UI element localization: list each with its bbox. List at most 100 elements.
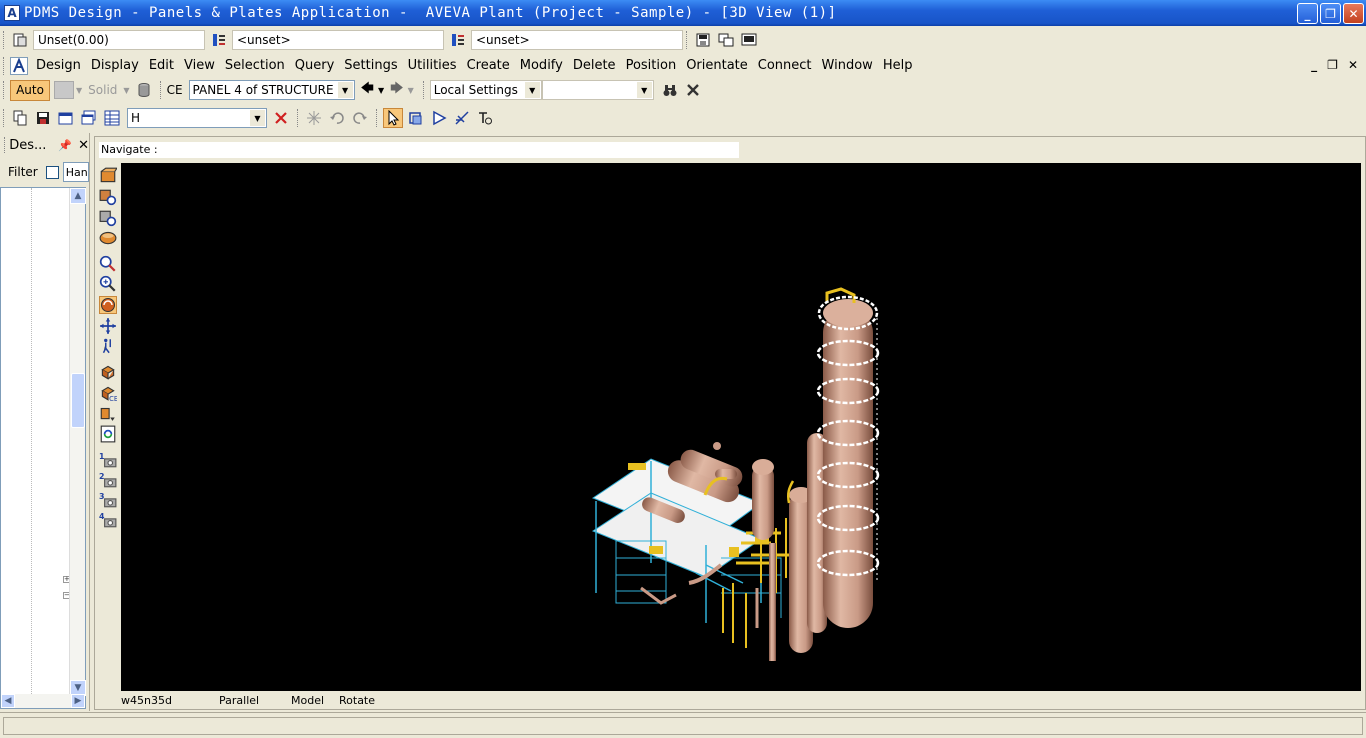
toolbar-grip[interactable] (297, 109, 300, 127)
saved-view-1-icon[interactable]: 1 (99, 451, 117, 469)
saved-view-4-icon[interactable]: 4 (99, 511, 117, 529)
menu-connect[interactable]: Connect (753, 58, 817, 73)
rotate-view-icon[interactable] (99, 296, 117, 314)
aveva-app-menu-icon[interactable] (10, 56, 28, 75)
menu-edit[interactable]: Edit (144, 58, 179, 73)
zoom-selection-icon[interactable] (99, 188, 117, 206)
chevron-down-icon[interactable]: ▼ (123, 86, 129, 95)
add-element-icon[interactable] (99, 363, 117, 381)
delete-red-x-icon[interactable] (271, 108, 291, 128)
blank-combo[interactable]: ▼ (541, 80, 654, 100)
chevron-down-icon[interactable]: ▼ (636, 82, 652, 98)
panel-close-icon[interactable]: ✕ (78, 138, 89, 153)
chevron-down-icon[interactable]: ▼ (524, 82, 540, 98)
zoom-limits-icon[interactable] (99, 209, 117, 227)
menu-create[interactable]: Create (462, 58, 515, 73)
zoom-window-icon[interactable] (99, 255, 117, 273)
saved-view-3-icon[interactable]: 3 (99, 491, 117, 509)
menu-settings[interactable]: Settings (339, 58, 402, 73)
walk-icon[interactable] (99, 337, 117, 355)
chevron-down-icon[interactable]: ▼ (408, 86, 414, 95)
navigate-field[interactable]: Navigate : (99, 142, 739, 158)
scroll-right-icon[interactable]: ▶ (71, 694, 85, 708)
binoculars-icon[interactable] (660, 80, 680, 100)
attributes-icon[interactable] (10, 30, 30, 50)
new-document-icon[interactable] (10, 108, 30, 128)
menu-delete[interactable]: Delete (568, 58, 621, 73)
mdi-restore-icon[interactable]: ❐ (1327, 58, 1338, 72)
scroll-left-icon[interactable]: ◀ (1, 694, 15, 708)
saved-view-2-icon[interactable]: 2 (99, 471, 117, 489)
toolbar-grip[interactable] (4, 137, 6, 153)
select-pointer-icon[interactable] (383, 108, 403, 128)
current-element-combo[interactable]: PANEL 4 of STRUCTURE 36 ▼ (188, 80, 355, 100)
pin-icon[interactable]: 📌 (58, 139, 72, 152)
menu-modify[interactable]: Modify (515, 58, 568, 73)
toolbar-grip[interactable] (376, 109, 379, 127)
auto-color-button[interactable]: Auto (10, 79, 50, 101)
tree-horizontal-scrollbar[interactable]: ◀ ▶ (1, 694, 85, 708)
refresh-icon[interactable] (99, 425, 117, 443)
close-x-icon[interactable] (683, 80, 703, 100)
display-icon[interactable] (739, 30, 759, 50)
redo-icon[interactable] (350, 108, 370, 128)
solid-option[interactable]: Solid (88, 83, 117, 97)
filter-field[interactable]: Hang (62, 162, 89, 182)
toolbar-grip[interactable] (3, 30, 6, 49)
chevron-down-icon[interactable]: ▼ (337, 82, 353, 98)
save-icon[interactable] (33, 108, 53, 128)
chevron-down-icon[interactable]: ▼ (378, 86, 384, 95)
3d-viewport[interactable] (121, 163, 1361, 691)
menu-view[interactable]: View (179, 58, 220, 73)
h-combo[interactable]: H ▼ (127, 108, 267, 128)
menu-query[interactable]: Query (290, 58, 340, 73)
close-button[interactable]: ✕ (1343, 3, 1364, 24)
menu-selection[interactable]: Selection (220, 58, 290, 73)
measure-icon[interactable] (452, 108, 472, 128)
menu-display[interactable]: Display (86, 58, 144, 73)
toolbar-grip[interactable] (159, 81, 163, 99)
menu-window[interactable]: Window (817, 58, 878, 73)
restore-button[interactable]: ❐ (1320, 3, 1341, 24)
menu-utilities[interactable]: Utilities (403, 58, 462, 73)
toolbar-grip[interactable] (422, 81, 426, 99)
toolbar-grip[interactable] (686, 30, 689, 49)
window-new-icon[interactable] (56, 108, 76, 128)
zoom-in-icon[interactable] (99, 275, 117, 293)
unset-value-field[interactable]: Unset(0.00) (33, 29, 205, 50)
save-work-icon[interactable] (693, 30, 713, 50)
list-select-icon[interactable] (448, 30, 468, 50)
minimize-button[interactable]: _ (1297, 3, 1318, 24)
menu-position[interactable]: Position (621, 58, 682, 73)
toolbar-grip[interactable] (3, 81, 6, 99)
windows-icon[interactable] (716, 30, 736, 50)
text-tool-icon[interactable] (475, 108, 495, 128)
unset-field-3[interactable]: <unset> (471, 29, 683, 50)
view-sphere-icon[interactable] (99, 229, 117, 247)
menu-orientate[interactable]: Orientate (681, 58, 753, 73)
window-copy-icon[interactable] (79, 108, 99, 128)
menu-design[interactable]: Design (31, 58, 86, 73)
play-triangle-icon[interactable] (429, 108, 449, 128)
unset-field-2[interactable]: <unset> (232, 29, 444, 50)
mdi-minimize-icon[interactable]: _ (1311, 58, 1317, 72)
view-box-icon[interactable] (99, 167, 117, 185)
filter-checkbox[interactable] (45, 165, 59, 179)
grid-table-icon[interactable] (102, 108, 122, 128)
graphical-select-icon[interactable] (406, 108, 426, 128)
back-arrow-icon[interactable]: 🡄 (361, 79, 374, 101)
remove-element-icon[interactable] (99, 404, 117, 422)
scroll-thumb[interactable] (71, 373, 85, 428)
tree-vertical-scrollbar[interactable]: ▲ ▼ (69, 188, 86, 696)
forward-arrow-icon[interactable]: 🡆 (390, 79, 403, 101)
local-settings-combo[interactable]: Local Settings ▼ (429, 80, 542, 100)
menu-help[interactable]: Help (878, 58, 918, 73)
color-swatch-button[interactable] (54, 81, 74, 99)
pan-icon[interactable] (99, 317, 117, 335)
mdi-close-icon[interactable]: ✕ (1348, 58, 1358, 72)
scroll-up-icon[interactable]: ▲ (70, 188, 86, 204)
toolbar-grip[interactable] (3, 109, 6, 127)
chevron-down-icon[interactable]: ▼ (250, 110, 265, 126)
design-tree[interactable]: + − ▲ ▼ ◀ ▶ (0, 187, 86, 709)
cylinder-icon[interactable] (134, 80, 154, 100)
